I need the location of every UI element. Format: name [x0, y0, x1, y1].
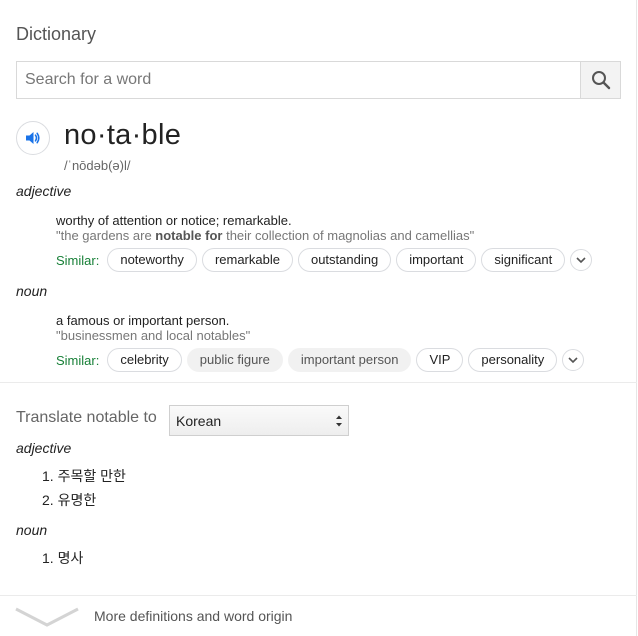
language-select-value: Korean: [176, 413, 222, 429]
dictionary-card: Dictionary no·ta·ble /ˈnōdəb(ə)l/ adject…: [0, 0, 637, 636]
expand-similar-button[interactable]: [570, 249, 593, 271]
example-highlight: notable for: [155, 228, 223, 243]
translation-part-of-speech: noun: [16, 522, 48, 538]
part-of-speech: adjective: [16, 183, 72, 199]
similar-chip[interactable]: significant: [481, 248, 566, 272]
similar-chip[interactable]: important person: [287, 348, 412, 372]
similar-chip[interactable]: important: [396, 248, 477, 272]
chevron-down-icon: [568, 357, 578, 364]
search-button[interactable]: [580, 62, 620, 98]
part-of-speech: noun: [16, 283, 48, 299]
search-icon: [592, 71, 611, 90]
similar-chip[interactable]: noteworthy: [107, 248, 197, 272]
similar-label: Similar:: [56, 252, 100, 268]
translation-item: 1. 주목할 만한: [42, 468, 126, 484]
search-input[interactable]: [17, 62, 579, 98]
section-divider: [0, 382, 637, 383]
chevron-down-icon: [576, 257, 586, 264]
similar-chip[interactable]: remarkable: [201, 248, 293, 272]
headword: no·ta·ble: [64, 119, 182, 151]
expand-similar-button[interactable]: [562, 349, 585, 371]
select-arrows-icon: [336, 415, 342, 427]
similar-chip[interactable]: public figure: [186, 348, 283, 372]
similar-row: Similar: noteworthy remarkable outstandi…: [56, 248, 593, 272]
translation-item: 2. 유명한: [42, 492, 97, 508]
example-text: "the gardens are: [56, 228, 156, 243]
translation-part-of-speech: adjective: [16, 440, 72, 456]
example-text: their collection of magnolias and camell…: [222, 228, 475, 243]
translation-item: 1. 명사: [42, 550, 84, 566]
example: "businessmen and local notables": [56, 328, 251, 343]
similar-chip[interactable]: personality: [468, 348, 558, 372]
similar-row: Similar: celebrity public figure importa…: [56, 348, 585, 372]
card-title: Dictionary: [16, 24, 97, 44]
definition: worthy of attention or notice; remarkabl…: [56, 213, 292, 228]
speaker-icon: [26, 132, 40, 144]
more-definitions-link[interactable]: More definitions and word origin: [94, 608, 292, 624]
similar-chip[interactable]: celebrity: [107, 348, 182, 372]
chevron-down-icon[interactable]: [14, 606, 80, 628]
footer-divider: [0, 595, 637, 596]
definition: a famous or important person.: [56, 313, 230, 328]
similar-chip[interactable]: outstanding: [297, 248, 392, 272]
translate-label: Translate notable to: [16, 409, 157, 426]
similar-chip[interactable]: VIP: [416, 348, 464, 372]
search-box: [16, 61, 621, 99]
phonetic: /ˈnōdəb(ə)l/: [64, 158, 131, 173]
pronunciation-button[interactable]: [16, 121, 50, 155]
example: "the gardens are notable for their colle…: [56, 228, 474, 243]
similar-label: Similar:: [56, 352, 100, 368]
language-select[interactable]: Korean: [169, 405, 349, 436]
